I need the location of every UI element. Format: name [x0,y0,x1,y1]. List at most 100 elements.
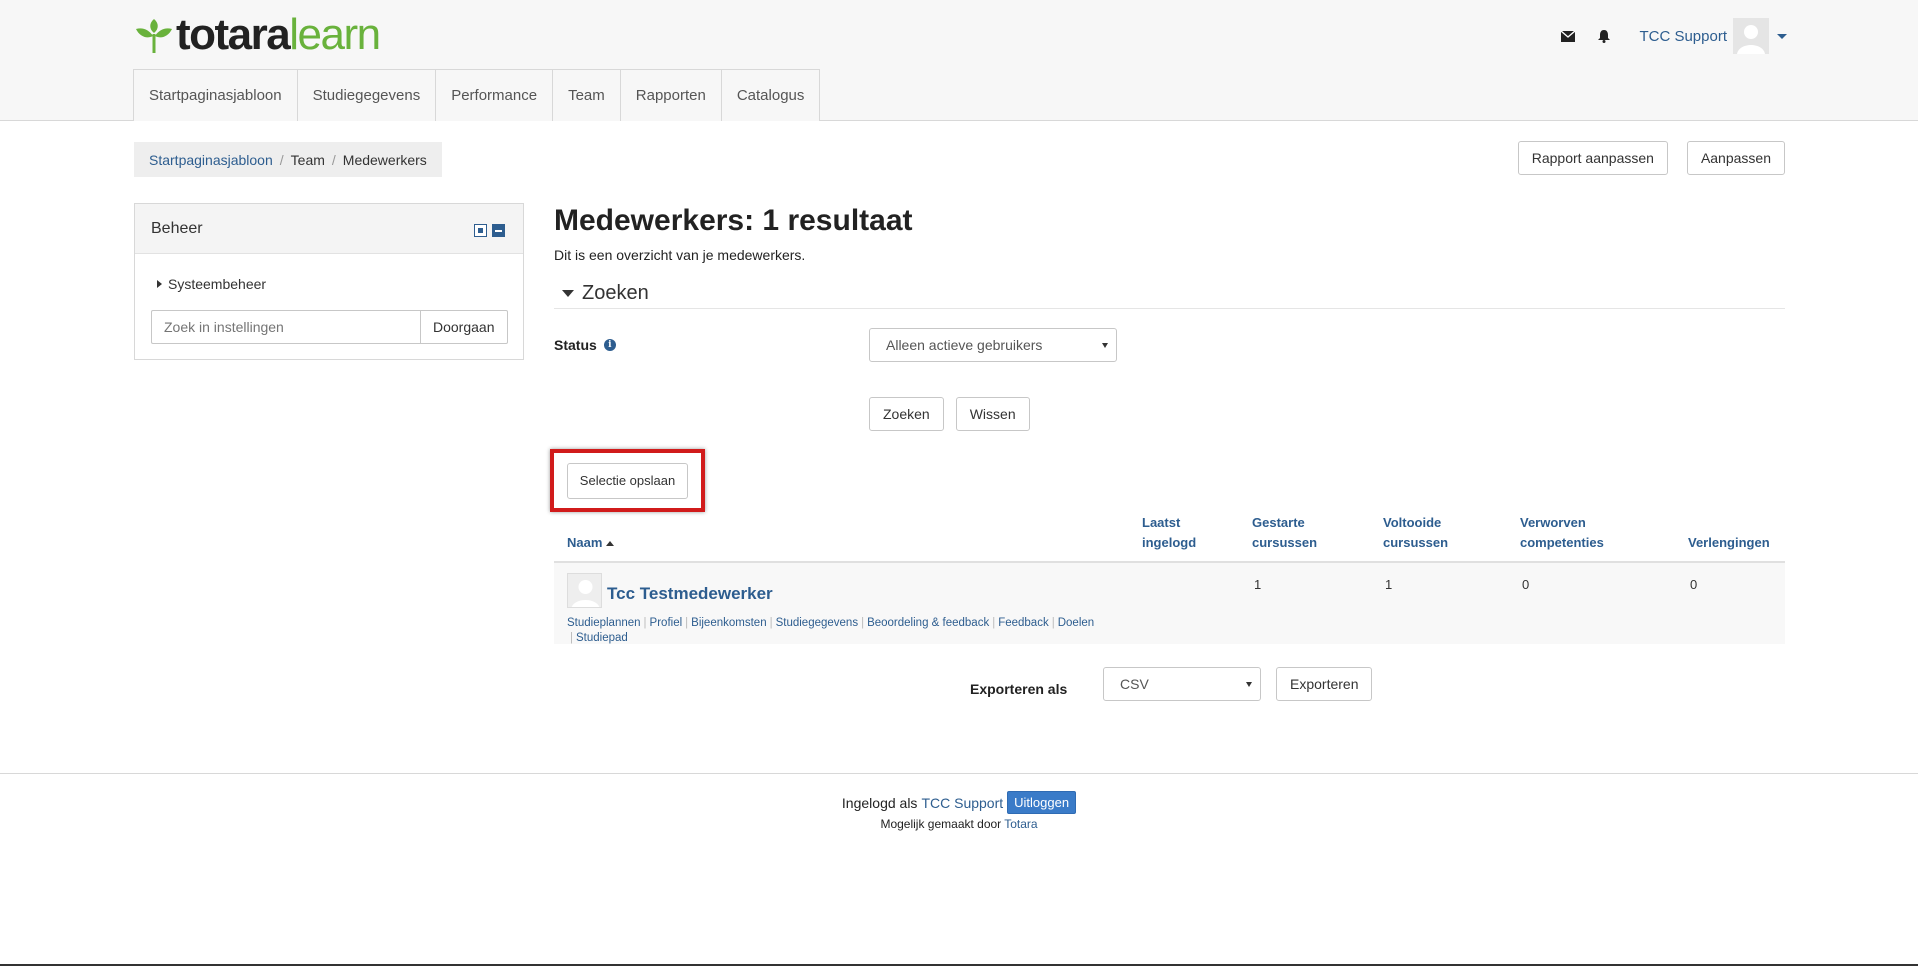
user-area: TCC Support [1541,18,1787,54]
leaf-logo-icon [134,15,174,55]
nav-item-catalogus[interactable]: Catalogus [722,70,820,121]
cell-extensions: 0 [1690,577,1698,592]
breadcrumb-separator: / [331,151,336,168]
search-section-toggle[interactable]: Zoeken [554,279,1785,309]
cell-started: 1 [1254,577,1262,592]
totara-logo[interactable]: totaralearn [134,10,381,59]
envelope-icon[interactable] [1559,27,1577,45]
bottom-border [0,964,1918,966]
column-header-name[interactable]: Naam [567,533,615,553]
status-select-value: Alleen actieve gebruikers [886,337,1043,353]
staff-name-link[interactable]: Tcc Testmedewerker [607,584,773,604]
link-beoordeling-feedback[interactable]: Beoordeling & feedback [867,617,989,629]
nav-item-performance[interactable]: Performance [436,70,554,121]
column-header-last-login[interactable]: Laatst ingelogd [1142,513,1222,553]
caret-right-icon [157,280,162,288]
link-separator: | [570,632,573,644]
column-header-completed[interactable]: Voltooide cursussen [1383,513,1463,553]
block-controls [469,224,505,237]
chevron-down-icon[interactable] [1777,33,1787,39]
logo-text-totara: totara [176,10,291,59]
status-select[interactable]: Alleen actieve gebruikers [869,328,1117,362]
link-bijeenkomsten[interactable]: Bijeenkomsten [691,617,766,629]
staff-avatar[interactable] [567,573,602,608]
link-separator: | [861,617,865,629]
search-button[interactable]: Zoeken [869,397,944,431]
logo-text-learn: learn [289,10,381,59]
link-separator: | [643,617,647,629]
search-legend: Zoeken [582,282,649,304]
settings-search: Doorgaan [151,310,508,344]
nav-item-team[interactable]: Team [553,70,621,121]
dock-block-icon[interactable] [474,224,487,237]
breadcrumb-startpaginasjabloon[interactable]: Startpaginasjabloon [149,152,273,168]
link-doelen[interactable]: Doelen [1058,617,1094,629]
page-header: totaralearn TCC Support Startpaginasjabl… [0,0,1918,121]
admin-block-title: Beheer [151,219,203,237]
page-description: Dit is een overzicht van je medewerkers. [554,247,806,263]
nav-item-startpaginasjabloon[interactable]: Startpaginasjabloon [134,70,298,121]
footer-user-link[interactable]: TCC Support [921,795,1003,811]
status-filter-label: Status i [554,337,616,353]
link-feedback[interactable]: Feedback [998,617,1049,629]
caret-down-icon [562,290,574,297]
logout-button[interactable]: Uitloggen [1007,791,1077,814]
breadcrumb: Startpaginasjabloon / Team / Medewerkers [134,142,442,177]
search-buttons: Zoeken Wissen [869,397,1042,431]
nav-item-studiegegevens[interactable]: Studiegegevens [298,70,437,121]
user-menu-name[interactable]: TCC Support [1639,28,1727,45]
totara-link[interactable]: Totara [1004,817,1037,831]
link-profiel[interactable]: Profiel [650,617,683,629]
clear-button[interactable]: Wissen [955,397,1030,431]
main-navigation: Startpaginasjabloon Studiegegevens Perfo… [133,69,821,121]
select-arrow-icon [1246,682,1252,687]
save-selection-highlight: Selectie opslaan [550,449,705,512]
powered-by: Mogelijk gemaakt door Totara [0,817,1918,831]
export-label: Exporteren als [970,681,1068,697]
sort-ascending-icon [606,541,615,547]
page-footer: Ingelogd als TCC Support Uitloggen Mogel… [0,773,1918,966]
link-separator: | [769,617,773,629]
login-info: Ingelogd als TCC Support Uitloggen [0,791,1918,814]
logo-text: totaralearn [176,10,381,59]
logged-in-as-text: Ingelogd als [841,794,918,811]
export-button[interactable]: Exporteren [1276,667,1373,701]
tree-item-label: Systeembeheer [168,276,267,292]
customize-button[interactable]: Aanpassen [1686,141,1785,175]
link-studiegegevens[interactable]: Studiegegevens [776,617,858,629]
admin-block: Beheer Systeembeheer Doorgaan [134,203,524,360]
admin-block-header: Beheer [135,204,523,254]
staff-table: Naam Laatst ingelogd Gestarte cursussen … [554,514,1785,644]
export-format-value: CSV [1120,676,1149,692]
settings-search-input[interactable] [151,310,420,344]
link-studiepad[interactable]: Studiepad [576,632,628,644]
column-header-extensions[interactable]: Verlengingen [1688,533,1770,553]
info-icon[interactable]: i [603,339,616,351]
bell-icon[interactable] [1595,27,1613,45]
column-header-name-label: Naam [567,535,603,550]
link-studieplannen[interactable]: Studieplannen [567,617,641,629]
user-avatar[interactable] [1733,18,1769,54]
page-actions: Rapport aanpassen Aanpassen [1499,141,1785,175]
staff-quick-links: Studieplannen | Profiel | Bijeenkomsten | Stud… [567,616,1137,646]
settings-search-button[interactable]: Doorgaan [420,310,508,344]
column-header-competencies[interactable]: Verworven competenties [1520,513,1630,553]
edit-report-button[interactable]: Rapport aanpassen [1517,141,1668,175]
link-separator: | [1051,617,1055,629]
table-header: Naam Laatst ingelogd Gestarte cursussen … [554,514,1785,563]
save-selection-button[interactable]: Selectie opslaan [566,462,689,499]
breadcrumb-separator: / [279,151,284,168]
nav-item-rapporten[interactable]: Rapporten [621,70,722,121]
link-separator: | [685,617,689,629]
column-header-started[interactable]: Gestarte cursussen [1252,513,1332,553]
export-format-select[interactable]: CSV [1103,667,1261,701]
breadcrumb-team[interactable]: Team [291,152,325,168]
main-content: Medewerkers: 1 resultaat Dit is een over… [550,200,1785,701]
cell-competencies: 0 [1522,577,1530,592]
select-arrow-icon [1102,343,1108,348]
breadcrumb-medewerkers: Medewerkers [342,151,427,168]
powered-by-text: Mogelijk gemaakt door [880,817,1002,831]
link-separator: | [992,617,996,629]
collapse-block-icon[interactable] [492,224,505,237]
tree-item-systeembeheer[interactable]: Systeembeheer [157,276,266,292]
